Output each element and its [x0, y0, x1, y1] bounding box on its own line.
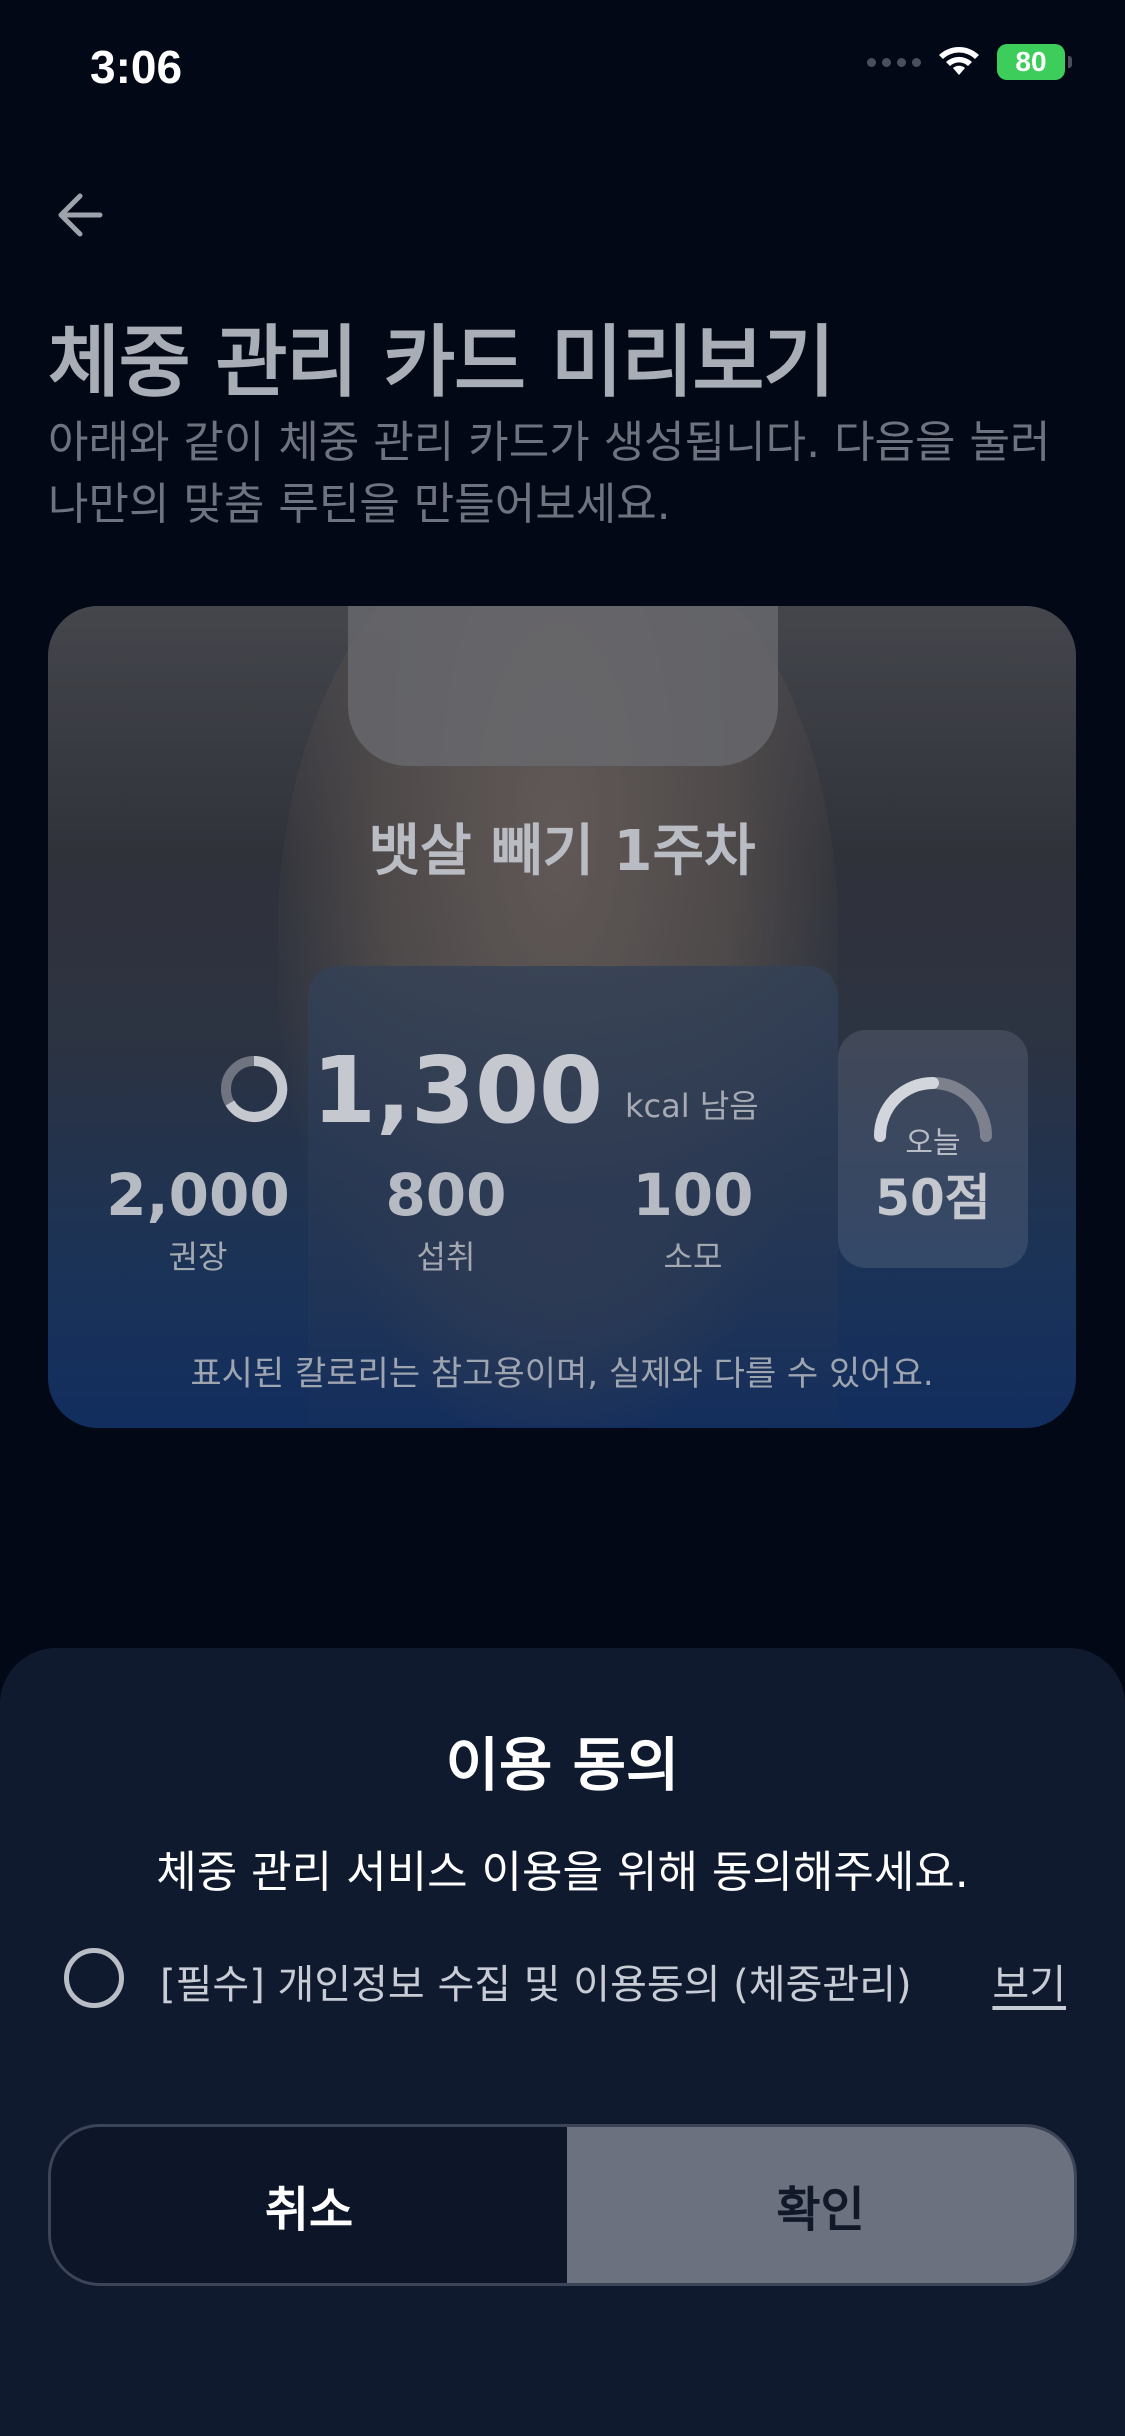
consent-bottom-sheet: 이용 동의 체중 관리 서비스 이용을 위해 동의해주세요. [필수] 개인정보… — [0, 1648, 1125, 2436]
back-button[interactable] — [50, 180, 120, 250]
stat-burned: 100 소모 — [583, 1162, 803, 1278]
stat-value: 800 — [385, 1161, 507, 1229]
status-icons: 80 — [867, 44, 1072, 80]
arrow-left-icon — [58, 193, 103, 237]
cellular-signal-icon — [867, 57, 921, 67]
today-score-box: 오늘 50점 — [838, 1030, 1028, 1268]
battery-level: 80 — [1015, 46, 1047, 77]
consent-label: [필수] 개인정보 수집 및 이용동의 (체중관리) — [160, 1962, 912, 2008]
action-buttons: 취소 확인 — [48, 2124, 1077, 2286]
consent-view-link[interactable]: 보기 — [992, 1952, 1066, 2010]
page-description: 아래와 같이 체중 관리 카드가 생성됩니다. 다음을 눌러 나만의 맞춤 루틴… — [48, 417, 1051, 530]
weight-card-preview: 뱃살 빼기 1주차 1,300 kcal 남음 2,000 권장 800 섭취 … — [48, 606, 1076, 1428]
stat-value: 2,000 — [106, 1161, 290, 1229]
stat-value: 100 — [632, 1161, 754, 1229]
consent-item-privacy[interactable]: [필수] 개인정보 수집 및 이용동의 (체중관리) 보기 — [64, 1944, 1066, 2010]
wifi-icon — [939, 47, 979, 75]
kcal-progress-ring-icon — [221, 1055, 288, 1122]
card-disclaimer: 표시된 칼로리는 참고용이며, 실제와 다를 수 있어요. — [190, 1354, 934, 1394]
consent-checkbox[interactable] — [64, 1948, 124, 2008]
sheet-title: 이용 동의 — [445, 1731, 680, 1799]
stat-label: 권장 — [168, 1238, 228, 1276]
kcal-remaining-value: 1,300 — [312, 1037, 604, 1144]
stat-label: 소모 — [663, 1238, 723, 1276]
confirm-button[interactable]: 확인 — [567, 2127, 1074, 2283]
kcal-summary: 1,300 kcal 남음 — [218, 1041, 759, 1141]
stat-label: 섭취 — [416, 1238, 476, 1276]
cancel-button[interactable]: 취소 — [51, 2127, 567, 2283]
card-overlay — [48, 606, 1076, 1428]
page-title: 체중 관리 카드 미리보기 — [48, 318, 835, 408]
stat-intake: 800 섭취 — [336, 1162, 556, 1278]
battery-icon: 80 — [997, 44, 1072, 80]
score-value: 50점 — [875, 1169, 991, 1227]
score-label: 오늘 — [905, 1126, 961, 1161]
card-title: 뱃살 빼기 1주차 — [368, 819, 756, 884]
status-time: 3:06 — [90, 41, 183, 93]
sheet-description: 체중 관리 서비스 이용을 위해 동의해주세요. — [156, 1847, 969, 1898]
stat-recommended: 2,000 권장 — [88, 1162, 308, 1278]
kcal-remaining-unit: kcal 남음 — [625, 1087, 759, 1125]
status-bar: 3:06 80 — [0, 0, 1125, 140]
